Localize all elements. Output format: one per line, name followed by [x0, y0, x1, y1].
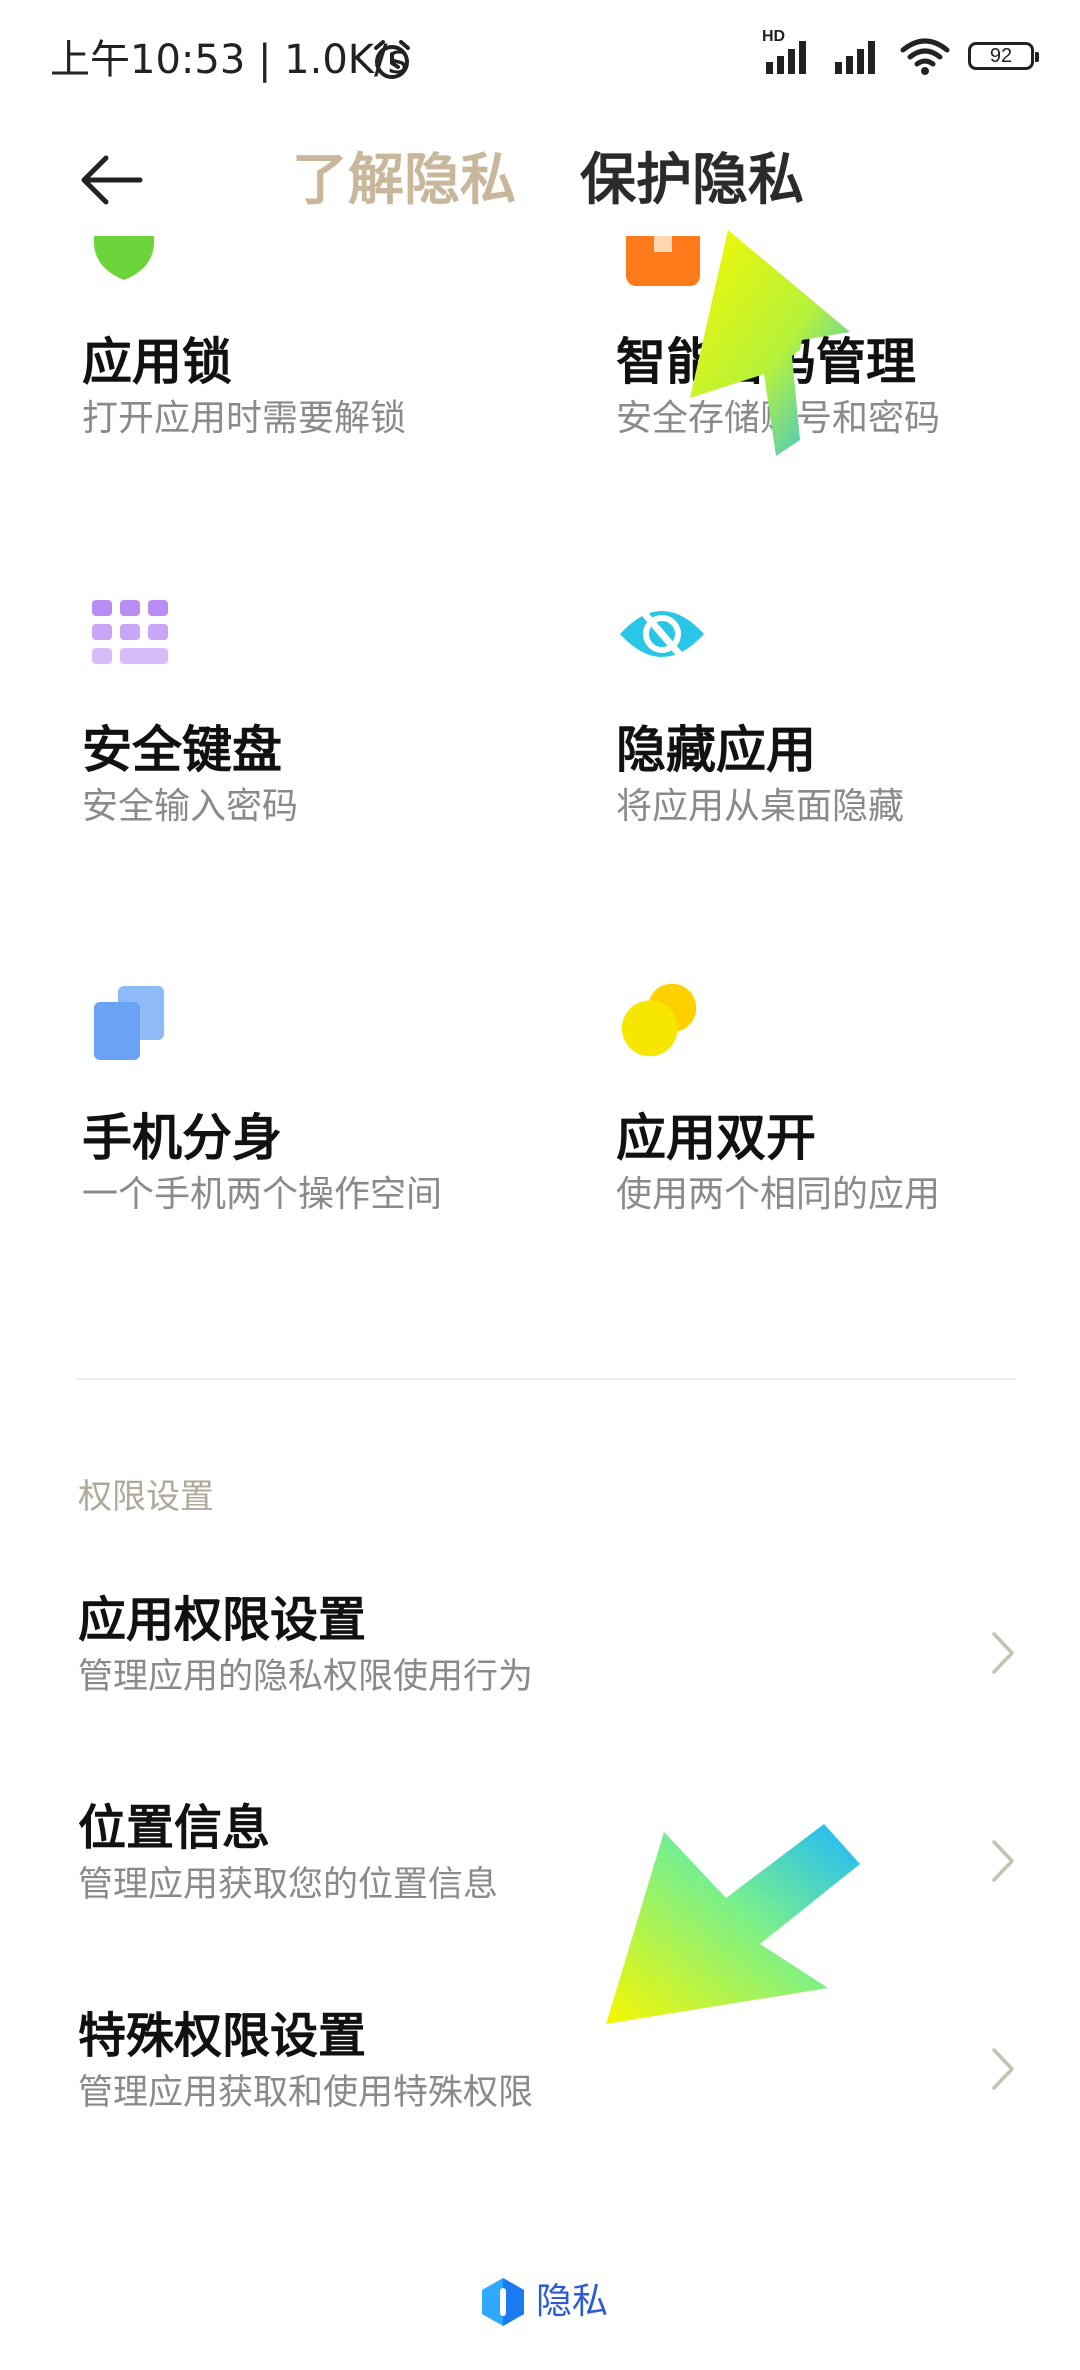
- row-title: 特殊权限设置: [78, 2008, 367, 2064]
- row-title: 应用权限设置: [78, 1592, 367, 1648]
- row-subtitle: 管理应用的隐私权限使用行为: [78, 1657, 534, 1697]
- tab-understand-privacy[interactable]: 了解隐私: [292, 146, 516, 216]
- password-manager-icon: [624, 236, 702, 288]
- alarm-icon: [374, 40, 410, 79]
- section-divider: [76, 1378, 1016, 1380]
- tab-protect-privacy[interactable]: 保护隐私: [580, 146, 804, 216]
- battery-level: 92: [989, 44, 1013, 67]
- section-title: 权限设置: [78, 1477, 214, 1517]
- row-special-permissions[interactable]: 特殊权限设置 管理应用获取和使用特殊权限: [78, 2004, 1018, 2134]
- battery-icon: 92: [968, 42, 1039, 70]
- tile-hide-apps[interactable]: 隐藏应用 将应用从桌面隐藏: [616, 718, 904, 832]
- chevron-right-icon: [992, 1632, 1014, 1674]
- tile-second-space[interactable]: 手机分身 一个手机两个操作空间: [82, 1106, 442, 1220]
- tile-subtitle: 将应用从桌面隐藏: [616, 786, 905, 827]
- row-subtitle: 管理应用获取您的位置信息: [78, 1865, 499, 1905]
- tile-title: 应用锁: [82, 333, 232, 391]
- tile-title: 应用双开: [616, 1109, 816, 1167]
- tile-password-manager[interactable]: 智能密码管理 安全存储账号和密码: [616, 330, 940, 444]
- tile-app-lock[interactable]: 应用锁 打开应用时需要解锁: [82, 330, 406, 444]
- wifi-icon: [900, 38, 950, 75]
- signal-hd-icon: HD: [762, 28, 814, 76]
- tile-title: 安全键盘: [82, 721, 282, 779]
- tile-subtitle: 一个手机两个操作空间: [82, 1174, 443, 1215]
- row-location-info[interactable]: 位置信息 管理应用获取您的位置信息: [78, 1796, 1018, 1926]
- row-title: 位置信息: [78, 1800, 271, 1856]
- dual-apps-icon: [621, 983, 697, 1057]
- hidden-eye-icon: [620, 602, 704, 666]
- signal-icon: [835, 41, 875, 74]
- row-subtitle: 管理应用获取和使用特殊权限: [78, 2073, 534, 2113]
- tile-title: 隐藏应用: [616, 721, 816, 779]
- status-icons: HD 92: [762, 28, 1039, 76]
- second-space-icon: [94, 986, 164, 1060]
- chevron-right-icon: [992, 1840, 1014, 1882]
- footer-label: 隐私: [536, 2281, 609, 2322]
- row-app-permissions[interactable]: 应用权限设置 管理应用的隐私权限使用行为: [78, 1588, 1018, 1718]
- tile-title: 手机分身: [82, 1109, 282, 1167]
- tile-subtitle: 使用两个相同的应用: [616, 1174, 941, 1215]
- tile-secure-keyboard[interactable]: 安全键盘 安全输入密码: [82, 718, 298, 832]
- tile-dual-apps[interactable]: 应用双开 使用两个相同的应用: [616, 1106, 940, 1220]
- tile-subtitle: 安全输入密码: [82, 786, 299, 827]
- footer-brand: 隐私: [480, 2276, 608, 2328]
- tile-subtitle: 打开应用时需要解锁: [82, 398, 407, 439]
- back-arrow-icon[interactable]: [76, 150, 146, 210]
- tile-title: 智能密码管理: [616, 333, 916, 391]
- keyboard-icon: [92, 600, 168, 664]
- status-time: 上午10:53 | 1.0K/s: [50, 37, 409, 83]
- app-lock-icon: [82, 236, 166, 284]
- privacy-logo-icon: [482, 2278, 524, 2326]
- tile-subtitle: 安全存储账号和密码: [616, 398, 941, 439]
- chevron-right-icon: [992, 2048, 1014, 2090]
